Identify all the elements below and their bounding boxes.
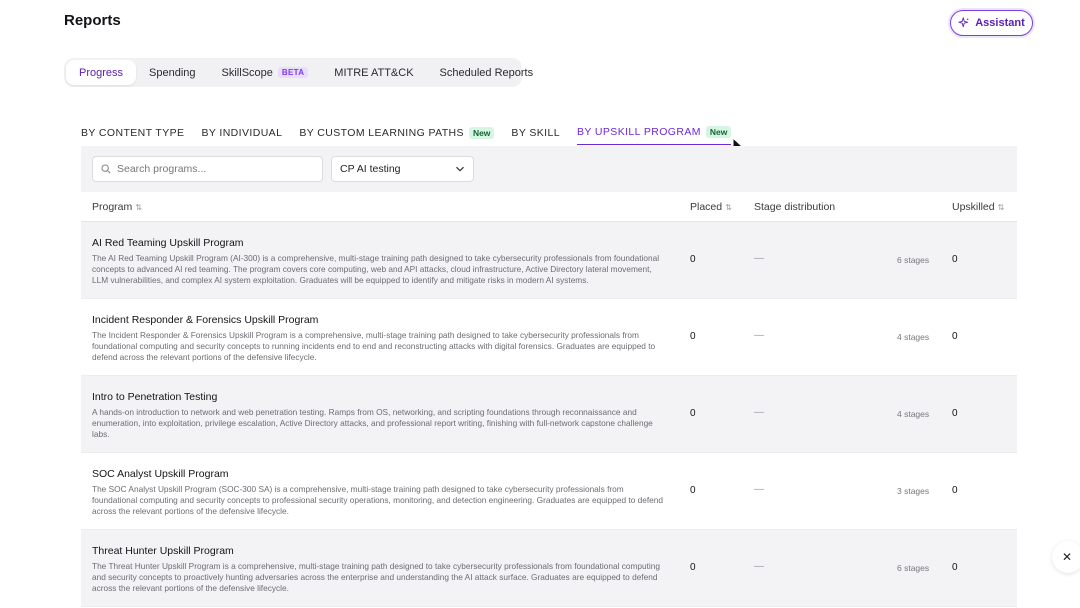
upskilled-count: 0 <box>952 331 958 342</box>
report-tabs: Progress Spending SkillScope BETA MITRE A… <box>64 58 533 87</box>
table-header: Program ⇅ Placed ⇅ Stage distribution Upsk… <box>81 192 1017 222</box>
column-upskilled[interactable]: Upskilled ⇅ <box>952 201 1004 213</box>
table-row[interactable]: Intro to Penetration Testing A hands-on … <box>81 376 1017 453</box>
stage-count: 3 stages <box>897 486 930 496</box>
upskilled-count: 0 <box>952 408 958 419</box>
upskilled-count: 0 <box>952 562 958 573</box>
upskilled-count: 0 <box>952 485 958 496</box>
stage-count: 6 stages <box>897 255 930 265</box>
chevron-down-icon <box>456 166 464 172</box>
program-description: The Threat Hunter Upskill Program is a c… <box>92 561 661 593</box>
subtab-skill[interactable]: BY SKILL <box>511 124 560 145</box>
tab-label: SkillScope <box>221 66 273 79</box>
program-title[interactable]: AI Red Teaming Upskill Program <box>92 237 244 249</box>
column-label: Upskilled <box>952 201 995 213</box>
stage-count: 4 stages <box>897 409 930 419</box>
close-button[interactable]: ✕ <box>1052 541 1080 573</box>
tab-scheduled-reports[interactable]: Scheduled Reports <box>427 60 547 85</box>
placed-count: 0 <box>690 562 696 573</box>
placed-count: 0 <box>690 254 696 265</box>
program-title[interactable]: Incident Responder & Forensics Upskill P… <box>92 314 318 326</box>
column-label: Stage distribution <box>754 201 836 213</box>
close-icon: ✕ <box>1062 550 1073 564</box>
table-row[interactable]: Incident Responder & Forensics Upskill P… <box>81 299 1017 376</box>
table-row[interactable]: SOC Analyst Upskill Program The SOC Anal… <box>81 453 1017 530</box>
assistant-label: Assistant <box>975 17 1025 29</box>
stage-distribution: — <box>754 561 764 572</box>
program-select[interactable]: CP AI testing <box>331 156 474 182</box>
filter-bar: CP AI testing <box>81 146 1017 192</box>
tab-spending[interactable]: Spending <box>136 60 209 85</box>
subtab-content-type[interactable]: BY CONTENT TYPE <box>81 124 184 145</box>
selected-program: CP AI testing <box>340 163 401 175</box>
stage-count: 4 stages <box>897 332 930 342</box>
subtab-individual[interactable]: BY INDIVIDUAL <box>201 124 282 145</box>
column-label: Placed <box>690 201 723 213</box>
sort-icon: ⇅ <box>997 202 1005 212</box>
tab-label: Scheduled Reports <box>439 66 534 79</box>
column-stage-distribution: Stage distribution <box>754 201 835 213</box>
program-description: The SOC Analyst Upskill Program (SOC-300… <box>92 484 664 516</box>
subtab-label: BY INDIVIDUAL <box>201 126 283 139</box>
program-description: The Incident Responder & Forensics Upski… <box>92 330 656 362</box>
program-description: A hands-on introduction to network and w… <box>92 407 653 439</box>
search-icon <box>101 164 111 174</box>
stage-distribution: — <box>754 484 764 495</box>
placed-count: 0 <box>690 485 696 496</box>
sort-icon: ⇅ <box>725 202 732 212</box>
tab-progress[interactable]: Progress <box>66 60 137 85</box>
stage-count: 6 stages <box>897 563 930 573</box>
tab-label: MITRE ATT&CK <box>334 66 414 79</box>
subtab-label: BY CONTENT TYPE <box>81 126 185 139</box>
sparkle-icon <box>958 17 970 28</box>
sort-icon: ⇅ <box>135 202 142 212</box>
program-title[interactable]: Threat Hunter Upskill Program <box>92 545 234 557</box>
subtab-custom-learning-paths[interactable]: BY CUSTOM LEARNING PATHS New <box>299 124 495 145</box>
placed-count: 0 <box>690 331 696 342</box>
new-badge: New <box>705 126 732 138</box>
programs-table: AI Red Teaming Upskill Program The AI Re… <box>81 222 1017 607</box>
table-row[interactable]: Threat Hunter Upskill Program The Threat… <box>81 530 1017 607</box>
program-title[interactable]: Intro to Penetration Testing <box>92 391 217 403</box>
tab-skillscope[interactable]: SkillScope BETA <box>209 60 322 85</box>
stage-distribution: — <box>754 253 764 264</box>
column-placed[interactable]: Placed ⇅ <box>690 201 732 213</box>
column-label: Program <box>92 201 133 213</box>
assistant-button[interactable]: Assistant <box>950 10 1033 36</box>
stage-distribution: — <box>754 330 764 341</box>
subtab-label: BY SKILL <box>511 126 560 139</box>
progress-subtabs: BY CONTENT TYPE BY INDIVIDUAL BY CUSTOM … <box>81 124 748 145</box>
subtab-label: BY UPSKILL PROGRAM <box>576 126 701 138</box>
stage-distribution: — <box>754 407 764 418</box>
placed-count: 0 <box>690 408 696 419</box>
program-title[interactable]: SOC Analyst Upskill Program <box>92 468 229 480</box>
beta-badge: BETA <box>277 67 309 78</box>
column-program[interactable]: Program ⇅ <box>92 201 142 213</box>
upskilled-count: 0 <box>952 254 958 265</box>
tab-label: Spending <box>149 66 196 79</box>
subtab-upskill-program[interactable]: BY UPSKILL PROGRAM New <box>576 124 732 145</box>
subtab-label: BY CUSTOM LEARNING PATHS <box>299 126 464 139</box>
new-badge: New <box>468 126 495 139</box>
tab-mitre-attack[interactable]: MITRE ATT&CK <box>321 60 426 85</box>
table-row[interactable]: AI Red Teaming Upskill Program The AI Re… <box>81 222 1017 299</box>
search-box[interactable] <box>92 156 323 182</box>
search-programs-input[interactable] <box>117 163 307 175</box>
tab-label: Progress <box>79 66 124 79</box>
page-title: Reports <box>64 12 121 29</box>
program-description: The AI Red Teaming Upskill Program (AI-3… <box>92 253 660 285</box>
